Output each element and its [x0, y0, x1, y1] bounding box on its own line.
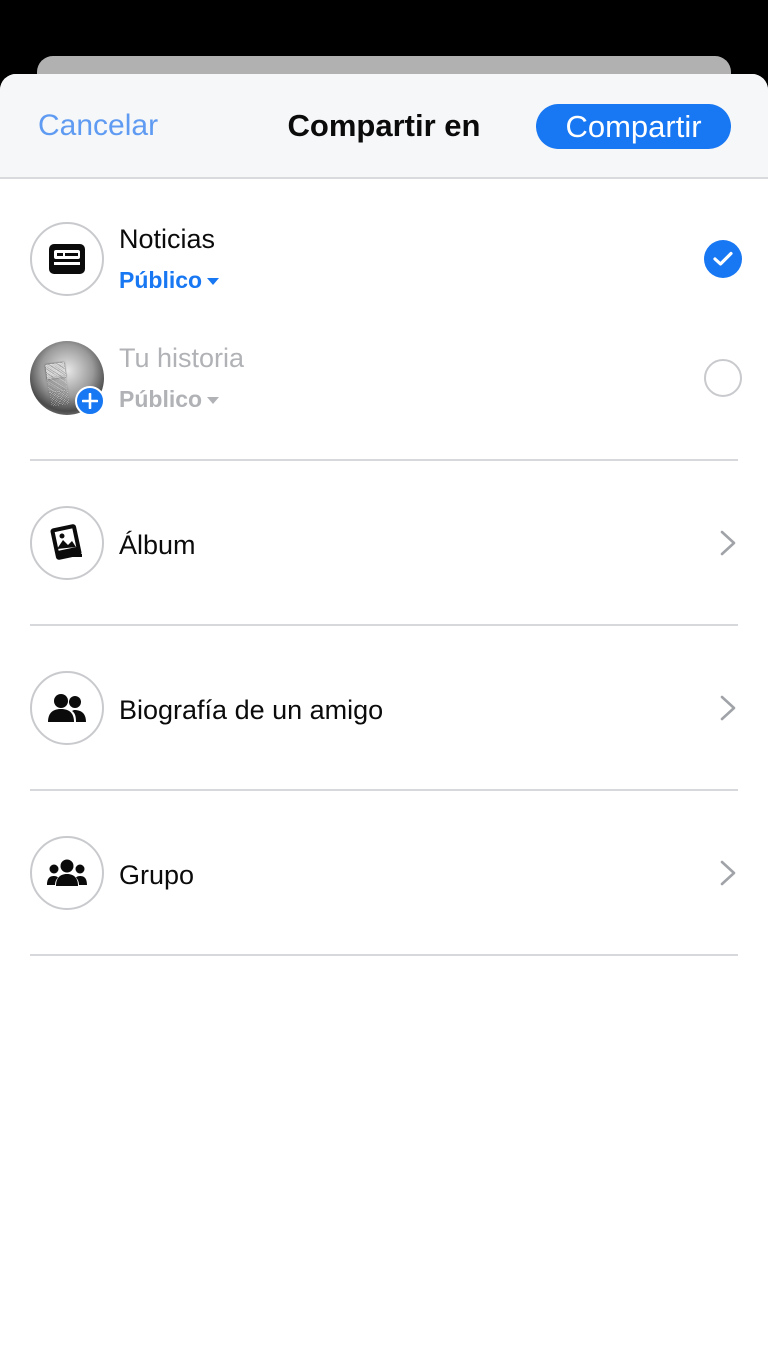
chevron-right-icon — [720, 695, 736, 721]
option-album[interactable]: Álbum — [0, 461, 768, 624]
divider — [30, 954, 738, 956]
album-icon — [30, 506, 104, 580]
caret-down-icon — [207, 278, 220, 285]
option-group[interactable]: Grupo — [0, 791, 768, 954]
sheet-header: Cancelar Compartir en Compartir — [0, 74, 768, 179]
chevron-right-icon — [720, 860, 736, 886]
story-audience-label: Público — [119, 386, 203, 412]
option-album-label: Álbum — [119, 530, 196, 560]
add-story-badge — [75, 386, 105, 416]
story-radio[interactable] — [704, 359, 742, 397]
story-label: Tu historia — [119, 343, 245, 373]
news-feed-row[interactable]: Noticias Público — [0, 181, 768, 301]
story-avatar: ▓▓ ▒▒ ░░ — [30, 341, 105, 416]
news-feed-label: Noticias — [119, 224, 216, 254]
group-icon — [30, 836, 104, 910]
story-audience-selector[interactable]: Público — [119, 386, 220, 413]
checkmark-icon — [713, 251, 733, 266]
cancel-button[interactable]: Cancelar — [38, 109, 158, 143]
story-row[interactable]: ▓▓ ▒▒ ░░ Tu historia Público — [0, 301, 768, 421]
share-sheet: Cancelar Compartir en Compartir Noticias… — [0, 74, 768, 1365]
avatar-image-graphic: ▓▓ ▒▒ ░░ — [45, 360, 70, 407]
plus-icon — [82, 393, 98, 409]
chevron-right-icon — [720, 530, 736, 556]
news-feed-checkbox[interactable] — [704, 240, 742, 278]
news-feed-audience-label: Público — [119, 267, 203, 293]
option-group-label: Grupo — [119, 860, 195, 890]
caret-down-icon — [207, 397, 220, 404]
news-feed-icon — [30, 222, 104, 296]
friends-icon — [30, 671, 104, 745]
share-button[interactable]: Compartir — [536, 104, 731, 149]
option-friend-timeline[interactable]: Biografía de un amigo — [0, 626, 768, 789]
news-feed-audience-selector[interactable]: Público — [119, 267, 220, 294]
option-friend-timeline-label: Biografía de un amigo — [119, 695, 384, 725]
